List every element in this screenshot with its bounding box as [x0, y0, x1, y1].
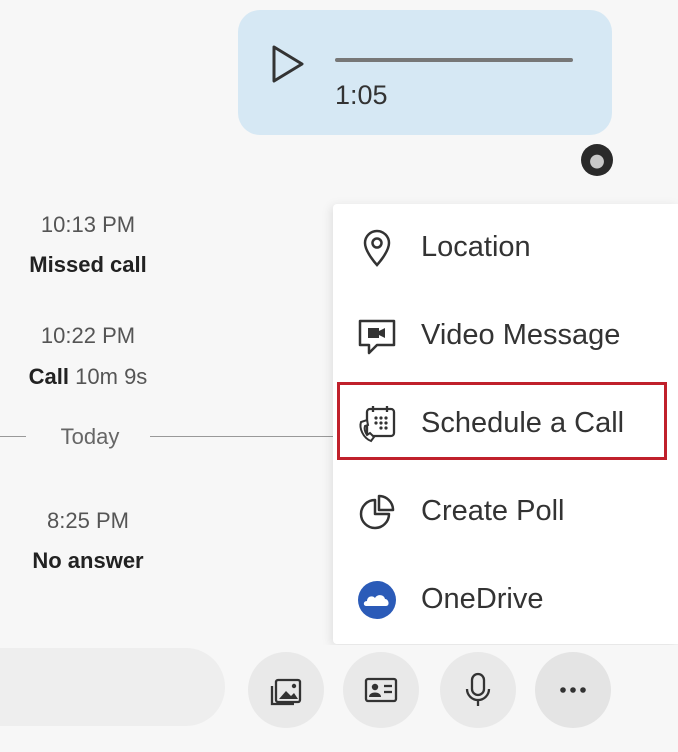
location-pin-icon: [363, 229, 391, 267]
menu-item-onedrive[interactable]: OneDrive: [333, 556, 678, 644]
more-options-button[interactable]: [535, 652, 611, 728]
contact-card-icon: [364, 677, 398, 703]
call-status: Missed call: [29, 252, 147, 277]
date-divider-label: Today: [60, 424, 120, 449]
menu-item-create-poll[interactable]: Create Poll: [333, 468, 678, 556]
highlight-box: [337, 382, 667, 460]
menu-item-location[interactable]: Location: [333, 204, 678, 292]
divider-line: [0, 436, 26, 437]
call-time: 8:25 PM: [47, 508, 129, 533]
media-gallery-icon: [270, 678, 302, 706]
divider-line: [150, 436, 333, 437]
microphone-icon: [465, 672, 491, 706]
audio-progress-bar[interactable]: [335, 58, 573, 62]
more-options-icon: [560, 687, 586, 693]
menu-item-label: Location: [421, 231, 531, 263]
menu-item-label: OneDrive: [421, 583, 544, 615]
call-time: 10:13 PM: [40, 212, 136, 237]
contact-card-button[interactable]: [343, 652, 419, 728]
microphone-button[interactable]: [440, 652, 516, 728]
media-gallery-button[interactable]: [248, 652, 324, 728]
avatar[interactable]: [581, 144, 613, 176]
call-duration: 10m 9s: [75, 364, 148, 389]
onedrive-icon: [358, 581, 396, 619]
message-input[interactable]: [0, 648, 225, 726]
menu-item-video-message[interactable]: Video Message: [333, 292, 678, 380]
call-status-label: Call: [28, 364, 70, 389]
audio-duration: 1:05: [335, 80, 388, 110]
menu-item-label: Video Message: [421, 319, 621, 351]
poll-chart-icon: [359, 494, 395, 530]
video-message-icon: [358, 319, 396, 355]
call-time: 10:22 PM: [40, 323, 136, 348]
call-status: Call 10m 9s: [0, 364, 188, 390]
call-status: No answer: [32, 548, 144, 573]
menu-item-label: Create Poll: [421, 495, 565, 527]
play-icon[interactable]: [270, 44, 306, 84]
